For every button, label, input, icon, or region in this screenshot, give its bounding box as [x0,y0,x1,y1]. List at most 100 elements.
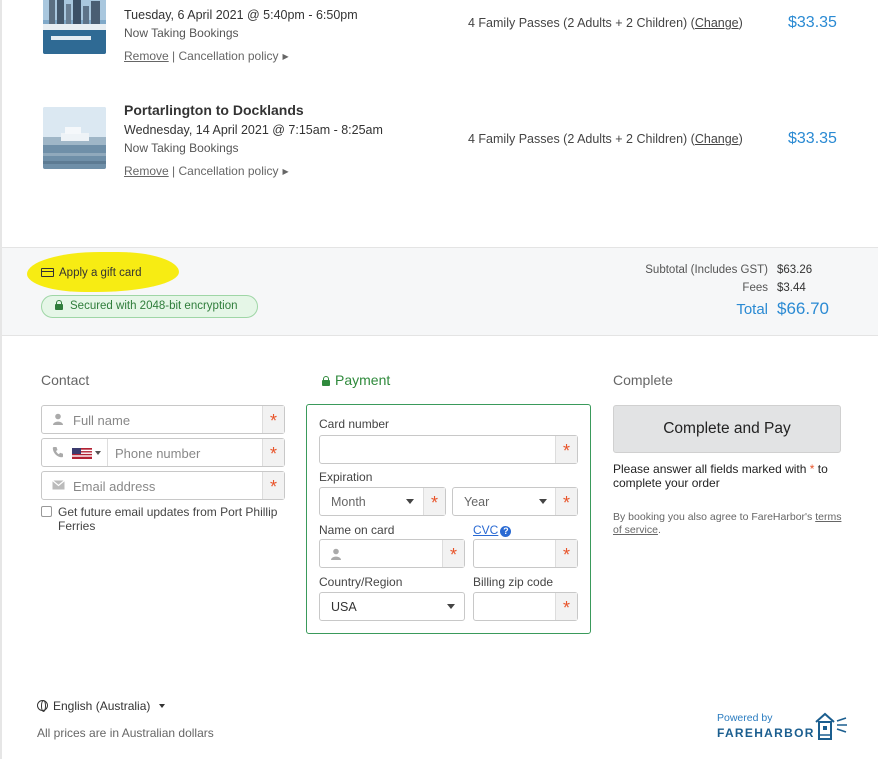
total-label: Total [736,301,768,318]
total-value: $66.70 [777,299,829,318]
passes-text: 4 Family Passes (2 Adults + 2 Children) [468,16,688,30]
expiration-year-select[interactable]: Year * [452,487,578,516]
required-asterisk: * [262,406,284,433]
warning-prefix: Please answer all fields marked with [613,462,810,476]
phone-field[interactable]: Phone number * [41,438,285,467]
gift-card-label: Apply a gift card [59,267,142,279]
terms-prefix: By booking you also agree to FareHarbor'… [613,511,816,523]
email-placeholder: Email address [73,479,156,494]
required-asterisk: * [262,439,284,466]
lock-icon [55,300,63,310]
chevron-down-icon [539,499,547,504]
required-asterisk: * [555,540,577,567]
phone-divider [107,439,108,466]
envelope-icon [52,479,65,493]
booking-status: Now Taking Bookings [124,141,239,155]
secure-encryption-badge: Secured with 2048-bit encryption [41,295,258,318]
country-label: Country/Region [319,575,403,589]
powered-by-label: Powered by [717,712,773,724]
apply-gift-card-link[interactable]: Apply a gift card [41,267,141,279]
booking-links: Remove | Cancellation policy ▶ [124,49,289,63]
page-left-border [0,0,2,759]
complete-heading: Complete [613,372,673,388]
chevron-down-icon [406,499,414,504]
tour-thumbnail-image [43,107,106,169]
cancellation-policy-label: Cancellation policy [178,49,279,63]
booking-links: Remove | Cancellation policy ▶ [124,164,289,178]
terms-notice: By booking you also agree to FareHarbor'… [613,511,848,537]
language-label: English (Australia) [53,699,151,713]
terms-suffix: . [657,524,661,536]
phone-placeholder: Phone number [115,446,201,461]
remove-link[interactable]: Remove [124,49,169,63]
person-icon [330,547,342,565]
link-separator: | [168,164,179,178]
newsletter-label: Get future email updates from Port Phill… [58,505,278,533]
required-asterisk: * [262,472,284,499]
chevron-down-icon [447,604,455,609]
required-asterisk: * [442,540,464,567]
card-number-label: Card number [319,417,390,431]
country-value: USA [331,600,357,614]
country-select[interactable]: USA [319,592,465,621]
email-field[interactable]: Email address * [41,471,285,500]
fareharbor-wordmark[interactable]: FAREHARBOR [717,726,815,740]
card-number-input[interactable]: * [319,435,578,464]
payment-heading-label: Payment [335,372,391,388]
booking-date: Wednesday, 14 April 2021 @ 7:15am - 8:25… [124,123,383,137]
chevron-down-icon [95,451,101,455]
change-passes-link[interactable]: Change [695,132,739,146]
lock-icon [322,376,330,386]
booking-passes: 4 Family Passes (2 Adults + 2 Children) … [468,132,743,146]
passes-text: 4 Family Passes (2 Adults + 2 Children) [468,132,688,146]
expiration-month-select[interactable]: Month * [319,487,446,516]
booking-price: $33.35 [788,130,837,147]
change-passes-link[interactable]: Change [695,16,739,30]
full-name-field[interactable]: Full name * [41,405,285,434]
cvc-label: CVC [473,523,499,537]
name-on-card-label: Name on card [319,523,395,537]
required-asterisk: * [555,488,577,515]
cancellation-policy-label: Cancellation policy [178,164,279,178]
expand-triangle-icon: ▶ [282,167,289,176]
remove-link[interactable]: Remove [124,164,169,178]
credit-card-icon [41,268,54,277]
expiration-label: Expiration [319,470,373,484]
question-icon: ? [500,526,512,537]
phone-icon [52,446,64,461]
full-name-placeholder: Full name [73,413,131,428]
subtotal-label: Subtotal (Includes GST) [645,264,768,276]
contact-heading: Contact [41,372,90,388]
tour-thumbnail-image [43,0,106,54]
expand-triangle-icon: ▶ [282,52,289,61]
cvc-help-link[interactable]: CVC? [473,523,512,537]
required-asterisk: * [423,488,445,515]
zip-input[interactable]: * [473,592,578,621]
cancellation-policy-link[interactable]: Cancellation policy ▶ [178,49,288,63]
booking-status: Now Taking Bookings [124,26,239,40]
fees-label: Fees [742,282,768,294]
booking-date: Tuesday, 6 April 2021 @ 5:40pm - 6:50pm [124,8,358,22]
booking-passes: 4 Family Passes (2 Adults + 2 Children) … [468,16,743,30]
secure-label: Secured with 2048-bit encryption [70,300,238,312]
booking-title: Portarlington to Docklands [124,102,304,118]
person-icon [52,413,64,428]
language-selector[interactable]: English (Australia) [37,699,165,713]
month-value: Month [331,495,366,509]
name-on-card-input[interactable]: * [319,539,465,568]
payment-heading: Payment [322,372,390,388]
required-asterisk: * [555,593,577,620]
globe-icon [37,700,48,712]
required-fields-warning: Please answer all fields marked with * t… [613,462,848,490]
cancellation-policy-link[interactable]: Cancellation policy ▶ [178,164,288,178]
cvc-input[interactable]: * [473,539,578,568]
payment-form: Card number * Expiration Month * Year * … [306,404,591,634]
newsletter-checkbox[interactable] [41,506,52,517]
country-code-selector[interactable] [72,448,110,460]
fareharbor-lighthouse-icon [815,712,847,740]
complete-and-pay-button[interactable]: Complete and Pay [613,405,841,453]
newsletter-option: Get future email updates from Port Phill… [41,505,291,533]
currency-note: All prices are in Australian dollars [37,726,214,740]
link-separator: | [168,49,179,63]
fees-value: $3.44 [777,282,806,294]
